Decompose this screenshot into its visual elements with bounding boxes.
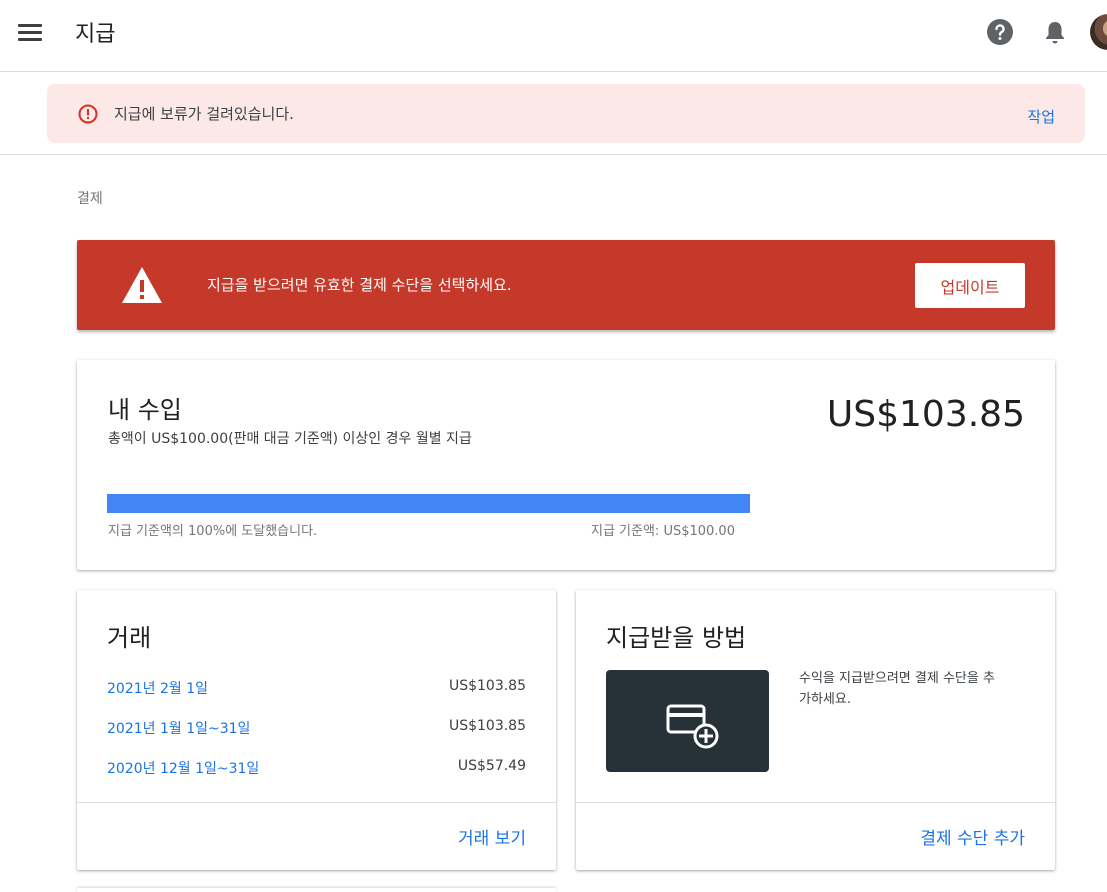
transaction-amount: US$103.85 bbox=[448, 718, 526, 734]
help-icon[interactable] bbox=[986, 18, 1014, 46]
divider bbox=[77, 802, 556, 803]
payment-method-description: 수익을 지급받으려면 결제 수단을 추가하세요. bbox=[799, 671, 995, 707]
payment-method-title: 지급받을 방법 bbox=[606, 624, 747, 652]
earnings-subtitle: 총액이 US$100.00(판매 대금 기준액) 이상인 경우 월별 지급 bbox=[108, 431, 472, 447]
hold-banner: 지급에 보류가 걸려있습니다. 작업 bbox=[47, 84, 1085, 143]
avatar[interactable] bbox=[1090, 14, 1107, 50]
progress-status: 지급 기준액의 100%에 도달했습니다. bbox=[108, 524, 318, 539]
divider bbox=[576, 802, 1055, 803]
transaction-date-link[interactable]: 2020년 12월 1일~31일 bbox=[107, 758, 259, 778]
add-payment-image[interactable] bbox=[606, 670, 769, 772]
transactions-title: 거래 bbox=[107, 624, 152, 652]
hold-action-link[interactable]: 작업 bbox=[1027, 106, 1055, 127]
section-label: 결제 bbox=[77, 191, 103, 207]
earnings-title: 내 수입 bbox=[108, 396, 182, 424]
transactions-card: 거래 2021년 2월 1일 US$103.85 2021년 1월 1일~31일… bbox=[77, 590, 556, 870]
table-row: 2020년 12월 1일~31일 US$57.49 bbox=[107, 758, 526, 782]
warning-triangle-icon bbox=[120, 265, 164, 305]
earnings-amount: US$103.85 bbox=[826, 394, 1025, 435]
add-payment-method-link[interactable]: 결제 수단 추가 bbox=[920, 824, 1025, 849]
table-row: 2021년 1월 1일~31일 US$103.85 bbox=[107, 718, 526, 742]
hold-message: 지급에 보류가 걸려있습니다. bbox=[114, 105, 294, 123]
earnings-card: 내 수입 총액이 US$100.00(판매 대금 기준액) 이상인 경우 월별 … bbox=[77, 360, 1055, 570]
threshold-progress-bar bbox=[107, 494, 750, 513]
next-card-edge bbox=[77, 888, 556, 892]
payment-method-card: 지급받을 방법 수익을 지급받으려면 결제 수단을 추가하세요. 결제 수단 추… bbox=[576, 590, 1055, 870]
transaction-amount: US$103.85 bbox=[448, 678, 526, 694]
view-transactions-link[interactable]: 거래 보기 bbox=[458, 824, 526, 849]
transaction-amount: US$57.49 bbox=[457, 758, 526, 774]
update-button[interactable]: 업데이트 bbox=[915, 263, 1025, 308]
transaction-date-link[interactable]: 2021년 1월 1일~31일 bbox=[107, 718, 250, 738]
error-outline-icon bbox=[78, 104, 98, 124]
notification-bell-icon[interactable] bbox=[1042, 18, 1068, 46]
top-app-bar: 지급 bbox=[0, 0, 1107, 72]
table-row: 2021년 2월 1일 US$103.85 bbox=[107, 678, 526, 702]
page-title: 지급 bbox=[75, 22, 116, 47]
add-card-icon bbox=[666, 704, 719, 749]
hamburger-menu-icon[interactable] bbox=[18, 22, 44, 42]
divider bbox=[0, 154, 1107, 155]
payment-alert: 지급을 받으려면 유효한 결제 수단을 선택하세요. 업데이트 bbox=[77, 240, 1055, 330]
progress-threshold: 지급 기준액: US$100.00 bbox=[591, 524, 735, 539]
transaction-date-link[interactable]: 2021년 2월 1일 bbox=[107, 678, 208, 698]
progress-fill bbox=[107, 494, 750, 513]
alert-message: 지급을 받으려면 유효한 결제 수단을 선택하세요. bbox=[207, 276, 512, 294]
